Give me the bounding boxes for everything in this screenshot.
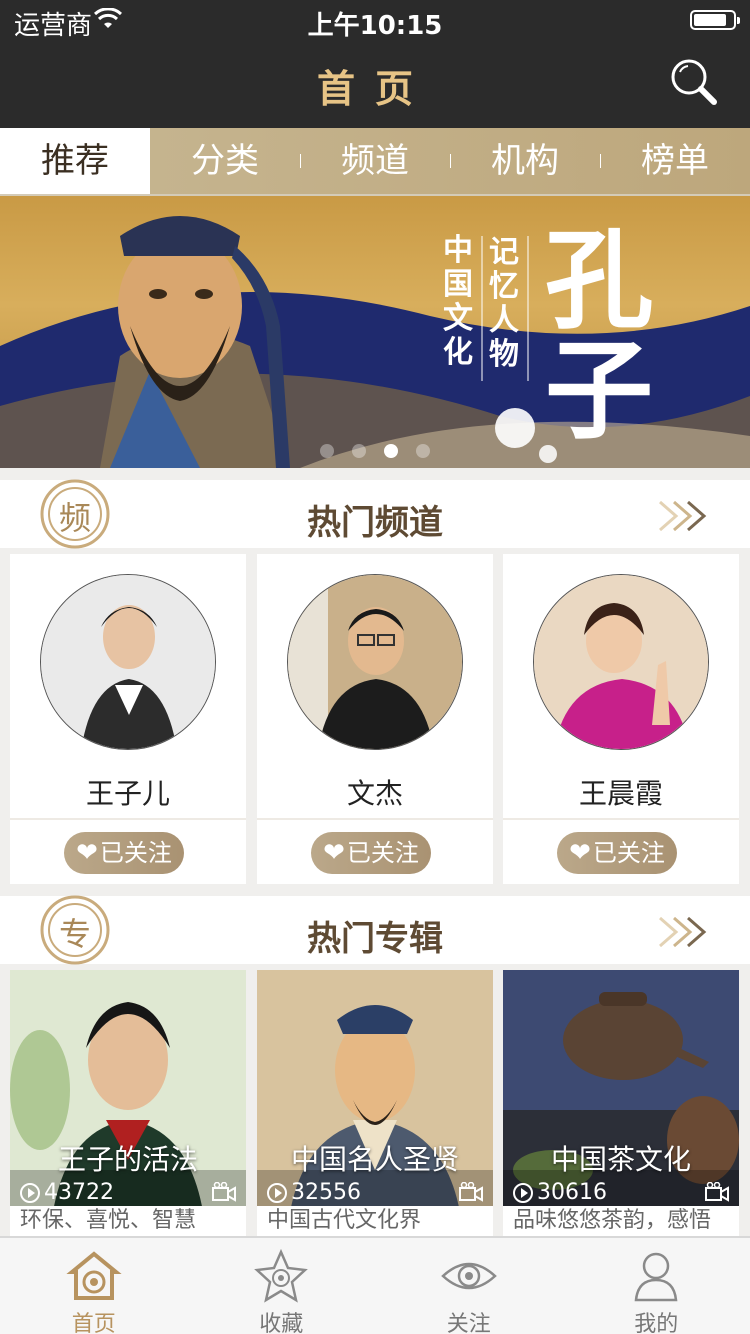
follow-button[interactable]: ❤已关注 — [311, 832, 431, 874]
video-camera-icon — [459, 1182, 483, 1202]
tab-recommend[interactable]: 推荐 — [0, 128, 150, 196]
channel-name: 王子儿 — [85, 777, 170, 810]
page-title: 首页 — [316, 67, 433, 111]
tab-organization[interactable]: 机构 — [450, 128, 600, 196]
album-title: 中国名人圣贤 — [290, 1143, 459, 1176]
tabbar-label: 首页 — [71, 1312, 116, 1334]
tabbar-label: 我的 — [634, 1312, 679, 1334]
follow-area: ❤已关注 — [10, 818, 246, 884]
banner-dot[interactable] — [320, 444, 334, 458]
play-count: 43722 — [20, 1180, 114, 1205]
tabbar-label: 关注 — [446, 1312, 491, 1334]
avatar-photo — [534, 575, 708, 749]
banner-carousel[interactable]: 中国文化 记忆人物 孔子 — [0, 196, 750, 468]
banner-dot[interactable] — [416, 444, 430, 458]
follow-button[interactable]: ❤已关注 — [64, 832, 184, 874]
album-title: 中国茶文化 — [550, 1143, 691, 1176]
play-count-value: 30616 — [537, 1180, 607, 1205]
heart-icon: ❤ — [569, 838, 591, 868]
avatar[interactable] — [40, 574, 216, 750]
tabbar-favorites[interactable]: 收藏 — [188, 1238, 376, 1334]
channel-name: 文杰 — [346, 777, 403, 810]
follow-label: 已关注 — [99, 839, 172, 867]
hot-channels-title: 热门频道 — [307, 503, 443, 543]
status-time: 上午10:15 — [307, 11, 443, 41]
album-card[interactable]: 中国名人圣贤 32556 — [257, 970, 493, 1234]
hot-channels-header: 频 热门频道 — [0, 479, 750, 549]
tab-channel[interactable]: 频道 — [300, 128, 450, 196]
hot-albums-title: 热门专辑 — [307, 919, 443, 959]
banner-dot[interactable] — [384, 444, 398, 458]
chevron-right-icon[interactable] — [658, 498, 712, 534]
home-icon — [66, 1251, 122, 1300]
bottom-tab-bar: 首页 收藏 关注 我的 — [0, 1236, 750, 1334]
follow-label: 已关注 — [346, 839, 419, 867]
banner-dot[interactable] — [352, 444, 366, 458]
heart-icon: ❤ — [76, 838, 98, 868]
person-icon — [634, 1252, 678, 1302]
channel-card[interactable]: 文杰 ❤已关注 — [257, 554, 493, 884]
tabbar-mine[interactable]: 我的 — [563, 1238, 750, 1334]
video-camera-icon — [705, 1182, 729, 1202]
battery-icon — [690, 10, 740, 30]
nav-bar: 首页 — [0, 40, 750, 128]
channel-name: 王晨霞 — [578, 777, 663, 810]
banner-vertical-text-2: 记忆人物 — [489, 235, 519, 372]
tab-category[interactable]: 分类 — [150, 128, 300, 196]
status-bar: 运营商 上午10:15 — [0, 0, 750, 41]
tab-ranking[interactable]: 榜单 — [600, 128, 750, 196]
heart-icon: ❤ — [323, 838, 345, 868]
channel-card[interactable]: 王子儿 ❤已关注 — [10, 554, 246, 884]
play-icon — [20, 1182, 40, 1203]
follow-button[interactable]: ❤已关注 — [557, 832, 677, 874]
play-count: 30616 — [513, 1180, 607, 1205]
search-icon[interactable] — [668, 56, 720, 108]
tabbar-follow[interactable]: 关注 — [375, 1238, 563, 1334]
video-camera-icon — [212, 1182, 236, 1202]
album-title: 王子的活法 — [57, 1143, 198, 1176]
banner-vertical-text-1: 中国文化 — [443, 233, 473, 370]
avatar-photo — [288, 575, 462, 749]
eye-icon — [440, 1262, 497, 1290]
channel-card[interactable]: 王晨霞 ❤已关注 — [503, 554, 739, 884]
avatar[interactable] — [533, 574, 709, 750]
play-count: 32556 — [267, 1180, 361, 1205]
hot-albums-header: 专 热门专辑 — [0, 895, 750, 965]
play-icon — [513, 1182, 533, 1203]
tabbar-home[interactable]: 首页 — [0, 1238, 188, 1334]
album-card[interactable]: 王子的活法 43722 — [10, 970, 246, 1234]
chevron-right-icon[interactable] — [658, 914, 712, 950]
follow-area: ❤已关注 — [503, 818, 739, 884]
star-icon — [254, 1248, 309, 1303]
play-count-value: 43722 — [44, 1180, 114, 1205]
album-card[interactable]: 中国茶文化 30616 — [503, 970, 739, 1234]
avatar[interactable] — [287, 574, 463, 750]
follow-label: 已关注 — [592, 839, 665, 867]
tabbar-label: 收藏 — [259, 1312, 304, 1334]
album-description: 中国古代文化界 — [257, 1206, 493, 1238]
follow-area: ❤已关注 — [257, 818, 493, 884]
play-count-value: 32556 — [291, 1180, 361, 1205]
battery-level — [694, 14, 726, 26]
top-tabs: 推荐 分类 频道 机构 榜单 — [0, 128, 750, 196]
album-description: 品味悠悠茶韵，感悟 — [503, 1206, 739, 1238]
avatar-photo — [41, 575, 215, 749]
album-description: 环保、喜悦、智慧 — [10, 1206, 246, 1238]
banner-big-name: 孔子 — [545, 218, 654, 454]
play-icon — [267, 1182, 287, 1203]
